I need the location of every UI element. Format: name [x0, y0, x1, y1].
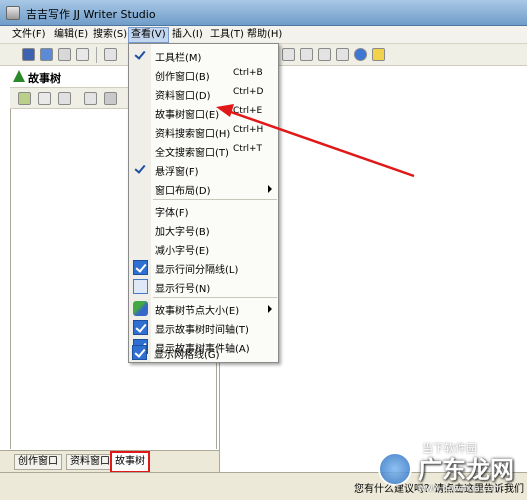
menu-item-label: 资料窗口(D)	[155, 91, 211, 102]
title-bar: 吉吉写作 JJ Writer Studio	[0, 0, 527, 26]
grid-icon	[133, 279, 148, 294]
undo-icon[interactable]	[104, 48, 117, 61]
properties-icon[interactable]	[104, 92, 117, 105]
menu-item-material-search-window[interactable]: 资料搜索窗口(H) Ctrl+H	[130, 122, 278, 141]
move-up-icon[interactable]	[84, 92, 97, 105]
check-icon	[133, 48, 148, 63]
submenu-arrow-icon	[268, 305, 272, 313]
menu-item-shortcut: Ctrl+D	[233, 87, 264, 97]
menu-item-increase-font[interactable]: 加大字号(B)	[130, 220, 278, 239]
menu-item-material-window[interactable]: 资料窗口(D) Ctrl+D	[130, 84, 278, 103]
menu-item-label: 显示行号(N)	[155, 284, 211, 295]
menu-item-shortcut: Ctrl+H	[233, 125, 264, 135]
menu-item-label: 窗口布局(D)	[155, 186, 211, 197]
tip-icon[interactable]	[372, 48, 385, 61]
menu-item-label: 显示行间分隔线(L)	[155, 265, 239, 276]
menu-item-label: 显示网格线(G)	[154, 350, 220, 361]
menu-item-floating-window[interactable]: 悬浮窗(F)	[130, 160, 278, 179]
menu-item-show-gridlines[interactable]: 显示网格线(G)	[129, 343, 277, 362]
delete-node-icon[interactable]	[58, 92, 71, 105]
submenu-arrow-icon	[268, 185, 272, 193]
watermark-big-text: 广东龙网	[418, 456, 514, 484]
toolbar-separator	[96, 47, 97, 63]
tab-story-tree[interactable]: 故事树	[110, 451, 150, 473]
menu-item-label: 故事树节点大小(E)	[155, 306, 240, 317]
menu-separator	[153, 297, 277, 298]
spell-check-icon[interactable]	[318, 48, 331, 61]
watermark-url: www.downxia.com	[418, 484, 502, 494]
menu-file[interactable]: 文件(F)	[10, 28, 48, 42]
tree-node-icon	[133, 301, 148, 316]
menu-search[interactable]: 搜索(S)	[91, 28, 129, 42]
menu-item-shortcut: Ctrl+T	[233, 144, 263, 154]
story-tree-toolbar	[10, 87, 128, 109]
watermark-logo-icon	[378, 452, 412, 486]
story-tree-panel-header: 故事树	[10, 67, 128, 86]
menu-view[interactable]: 查看(V)	[128, 27, 169, 43]
node-icon[interactable]	[38, 92, 51, 105]
menu-insert[interactable]: 插入(I)	[170, 28, 205, 42]
menu-item-shortcut: Ctrl+B	[233, 68, 263, 78]
menu-item-label: 全文搜索窗口(T)	[155, 148, 229, 159]
check-icon	[132, 345, 147, 360]
menu-item-label: 悬浮窗(F)	[155, 167, 199, 178]
menu-item-shortcut: Ctrl+E	[233, 106, 263, 116]
watermark: 当下软件园 广东龙网 www.downxia.com	[378, 442, 527, 500]
tree-icon	[13, 70, 25, 82]
menu-tools[interactable]: 工具(T)	[208, 28, 246, 42]
menu-item-toolbar[interactable]: 工具栏(M)	[130, 46, 278, 65]
case-icon[interactable]	[336, 48, 349, 61]
menu-item-tree-node-size[interactable]: 故事树节点大小(E)	[130, 299, 278, 318]
menu-item-fulltext-search-window[interactable]: 全文搜索窗口(T) Ctrl+T	[130, 141, 278, 160]
window-title: 吉吉写作 JJ Writer Studio	[26, 8, 156, 21]
menu-item-show-timeline[interactable]: 显示故事树时间轴(T)	[130, 318, 278, 337]
menu-item-label: 故事树窗口(E)	[155, 110, 220, 121]
tab-material-window[interactable]: 资料窗口	[66, 454, 114, 470]
menu-item-decrease-font[interactable]: 减小字号(E)	[130, 239, 278, 258]
image-icon[interactable]	[18, 92, 31, 105]
menu-item-label: 减小字号(E)	[155, 246, 210, 257]
replace-icon[interactable]	[300, 48, 313, 61]
view-menu-dropdown: 工具栏(M) 创作窗口(B) Ctrl+B 资料窗口(D) Ctrl+D 故事树…	[128, 43, 279, 363]
save-icon[interactable]	[22, 48, 35, 61]
menu-edit[interactable]: 编辑(E)	[52, 28, 90, 42]
menu-item-show-line-numbers[interactable]: 显示行号(N)	[130, 277, 278, 296]
save-all-icon[interactable]	[40, 48, 53, 61]
menu-item-story-tree-window[interactable]: 故事树窗口(E) Ctrl+E	[130, 103, 278, 122]
menu-bar: 文件(F) 编辑(E) 搜索(S) 查看(V) 插入(I) 工具(T) 帮助(H…	[0, 26, 527, 44]
menu-item-label: 显示故事树时间轴(T)	[155, 325, 249, 336]
menu-item-label: 工具栏(M)	[155, 53, 202, 64]
print-icon[interactable]	[58, 48, 71, 61]
check-icon	[133, 320, 148, 335]
menu-item-font[interactable]: 字体(F)	[130, 201, 278, 220]
menu-item-show-line-separators[interactable]: 显示行间分隔线(L)	[130, 258, 278, 277]
story-tree-panel-title: 故事树	[28, 72, 61, 85]
tab-writing-window[interactable]: 创作窗口	[14, 454, 62, 470]
find-icon[interactable]	[282, 48, 295, 61]
app-icon	[6, 6, 20, 20]
cut-icon[interactable]	[76, 48, 89, 61]
menu-item-writing-window[interactable]: 创作窗口(B) Ctrl+B	[130, 65, 278, 84]
bottom-tab-bar: 创作窗口 资料窗口 故事树	[0, 450, 219, 473]
check-icon	[133, 260, 148, 275]
menu-item-label: 加大字号(B)	[155, 227, 210, 238]
menu-separator	[153, 199, 277, 200]
menu-item-window-layout[interactable]: 窗口布局(D)	[130, 179, 278, 198]
menu-item-label: 创作窗口(B)	[155, 72, 210, 83]
menu-help[interactable]: 帮助(H)	[245, 28, 284, 42]
menu-item-label: 资料搜索窗口(H)	[155, 129, 231, 140]
check-icon	[133, 162, 148, 177]
help-icon[interactable]	[354, 48, 367, 61]
menu-item-label: 字体(F)	[155, 208, 189, 219]
